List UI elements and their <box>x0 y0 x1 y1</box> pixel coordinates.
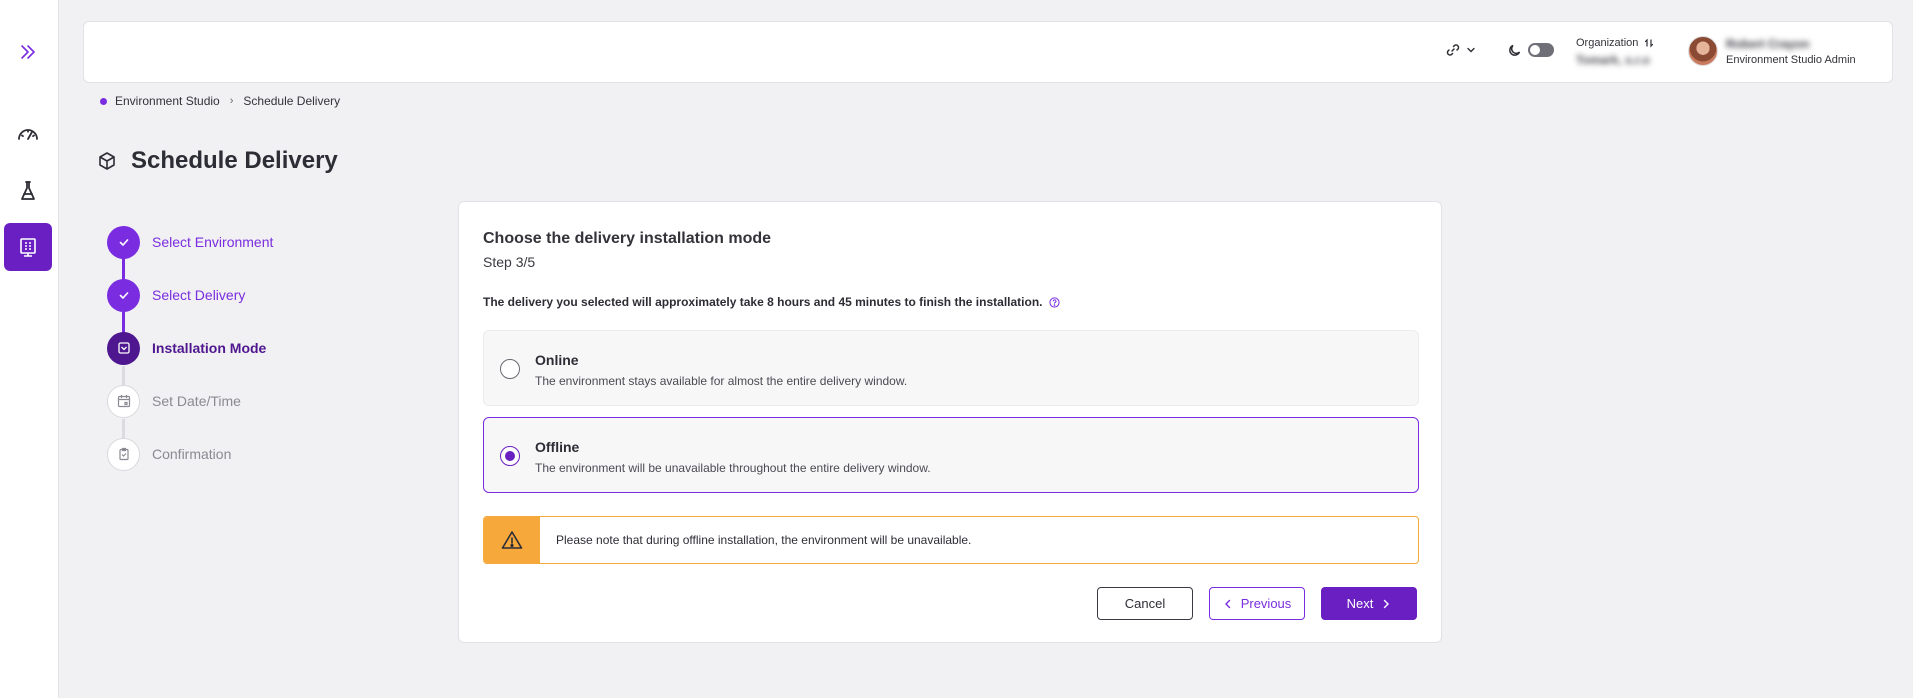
calendar-icon <box>117 395 130 408</box>
step-set-date-time: Set Date/Time <box>107 384 241 418</box>
warning-text: Please note that during offline installa… <box>556 533 972 547</box>
user-role: Environment Studio Admin <box>1726 53 1856 66</box>
step-label: Set Date/Time <box>152 393 241 409</box>
option-description: The environment will be unavailable thro… <box>535 461 931 475</box>
organization-value: Tomark, s.r.o <box>1576 53 1650 67</box>
chevron-left-icon <box>1224 599 1230 608</box>
chevron-right-icon: › <box>229 95 234 107</box>
offline-warning: Please note that during offline installa… <box>483 516 1419 564</box>
step-label: Confirmation <box>152 446 232 462</box>
step-installation-mode: Installation Mode <box>107 331 266 365</box>
breadcrumb: Environment Studio › Schedule Delivery <box>100 94 340 108</box>
building-icon <box>20 238 36 257</box>
link-menu[interactable] <box>1446 43 1476 57</box>
moon-icon <box>1509 44 1521 56</box>
help-icon[interactable] <box>1049 296 1061 308</box>
flask-icon <box>21 181 35 200</box>
step-select-environment[interactable]: Select Environment <box>107 225 273 259</box>
step-label: Select Environment <box>152 234 274 250</box>
installation-icon <box>117 342 130 354</box>
user-name: Robert Crayon <box>1726 36 1810 51</box>
top-header: Organization Tomark, s.r.o Robert Crayon… <box>83 21 1893 83</box>
step-select-delivery[interactable]: Select Delivery <box>107 278 245 312</box>
theme-switch[interactable] <box>1528 43 1554 57</box>
step-confirmation: Confirmation <box>107 437 231 471</box>
breadcrumb-dot-icon <box>100 97 107 105</box>
double-chevron-right-icon <box>21 45 35 59</box>
page-title: Schedule Delivery <box>131 147 338 174</box>
check-icon <box>119 239 128 246</box>
chevron-right-icon <box>1384 599 1390 608</box>
option-title: Online <box>535 352 579 368</box>
rail-item-dashboard[interactable] <box>4 110 52 158</box>
organization-label: Organization <box>1576 37 1639 49</box>
package-icon <box>99 152 115 170</box>
radio-online[interactable] <box>500 359 520 379</box>
link-icon <box>1446 44 1460 56</box>
user-menu[interactable]: Robert Crayon Environment Studio Admin <box>1688 36 1856 66</box>
breadcrumb-item-environment-studio[interactable]: Environment Studio <box>115 94 220 108</box>
gauge-icon <box>18 129 38 140</box>
option-title: Offline <box>535 439 580 455</box>
rail-item-environment-studio[interactable] <box>4 223 52 271</box>
step-label: Installation Mode <box>152 340 267 356</box>
step-connector <box>122 258 125 280</box>
radio-offline[interactable] <box>500 446 520 466</box>
side-rail <box>0 0 59 698</box>
check-icon <box>119 292 128 299</box>
option-online[interactable]: Online The environment stays available f… <box>483 330 1419 406</box>
option-offline[interactable]: Offline The environment will be unavaila… <box>483 417 1419 493</box>
cancel-button[interactable]: Cancel <box>1097 587 1193 620</box>
chevron-down-icon <box>1467 47 1475 53</box>
next-button[interactable]: Next <box>1321 587 1417 620</box>
duration-info-text: The delivery you selected will approxima… <box>483 295 1043 309</box>
breadcrumb-item-schedule-delivery: Schedule Delivery <box>243 94 341 108</box>
duration-info: The delivery you selected will approxima… <box>483 295 1061 309</box>
swap-icon <box>1645 38 1654 48</box>
card-step-indicator: Step 3/5 <box>483 254 536 270</box>
avatar <box>1688 36 1718 66</box>
organization-selector[interactable]: Organization Tomark, s.r.o <box>1576 37 1654 67</box>
rail-item-deliveries[interactable] <box>4 167 52 215</box>
installation-mode-card: Choose the delivery installation mode St… <box>458 201 1442 643</box>
clipboard-icon <box>118 447 129 461</box>
theme-toggle[interactable] <box>1508 43 1554 57</box>
option-description: The environment stays available for almo… <box>535 374 908 388</box>
step-label: Select Delivery <box>152 287 246 303</box>
card-title: Choose the delivery installation mode <box>483 230 772 247</box>
previous-button[interactable]: Previous <box>1209 587 1305 620</box>
warning-icon <box>501 531 523 549</box>
page-header: Schedule Delivery <box>97 147 338 175</box>
expand-rail-button[interactable] <box>4 28 52 76</box>
